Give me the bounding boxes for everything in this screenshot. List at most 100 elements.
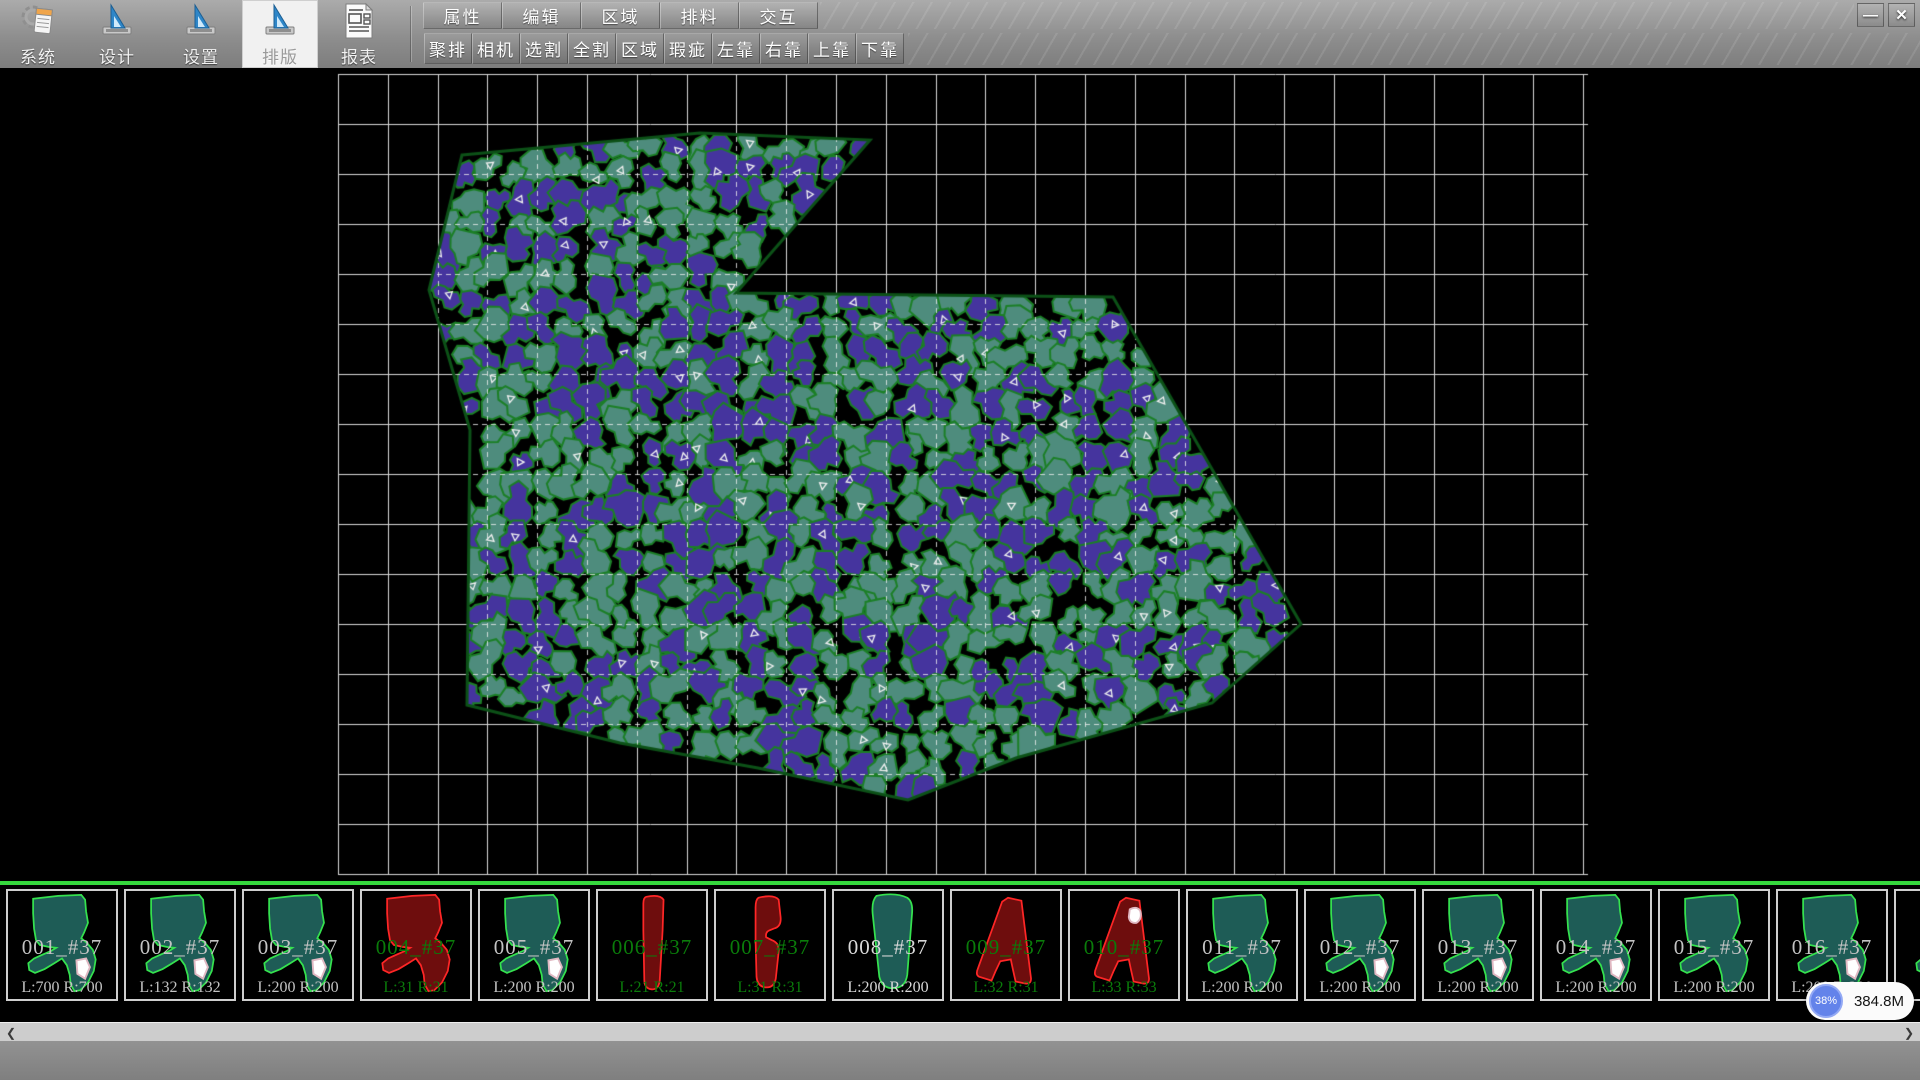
thumbnail-cell[interactable]: 014_#37 L:200 R:200 xyxy=(1540,889,1652,1001)
close-button[interactable]: ✕ xyxy=(1888,3,1915,27)
menu-button-row2-4[interactable]: 区域 xyxy=(616,33,664,64)
thumbnail-name-label: 003_#37 xyxy=(244,935,352,960)
tab-system-label: 系统 xyxy=(20,43,56,68)
thumbnail-lr-count-label: L:31 R:31 xyxy=(362,979,470,997)
thumbnail-lr-count-label: L:200 R:200 xyxy=(1660,979,1768,997)
tab-nesting-label: 排版 xyxy=(262,43,298,68)
thumbnail-lr-count-label: L:200 R:200 xyxy=(1188,979,1296,997)
minimize-icon: — xyxy=(1863,7,1878,24)
toolbar-hatch-row1 xyxy=(820,2,1854,29)
scroll-left-arrow-icon[interactable]: ❮ xyxy=(0,1023,22,1042)
menu-button-row1-4[interactable]: 交互 xyxy=(739,2,818,29)
tab-system[interactable]: 系统 xyxy=(0,0,76,68)
thumbnail-cell[interactable]: 001_#37 L:700 R:700 xyxy=(6,889,118,1001)
menu-button-row2-9-label: 下靠 xyxy=(861,36,899,61)
thumbnail-cell[interactable]: 008_#37L:200 R:200 xyxy=(832,889,944,1001)
menu-button-row2-5[interactable]: 瑕疵 xyxy=(664,33,712,64)
menu-button-row2-0-label: 聚排 xyxy=(429,36,467,61)
menu-button-row2-2[interactable]: 选割 xyxy=(520,33,568,64)
minimize-button[interactable]: — xyxy=(1857,3,1884,27)
menu-button-row1-4-label: 交互 xyxy=(760,3,798,28)
menu-button-row1-1-label: 编辑 xyxy=(523,3,561,28)
thumbnail-name-label: 001_#37 xyxy=(8,935,116,960)
menu-button-row1-0-label: 属性 xyxy=(444,3,482,28)
thumbnail-scrollbar[interactable]: ❮ ❯ xyxy=(0,1022,1920,1041)
thumbnail-cell[interactable]: 006_#37L:21 R:21 xyxy=(596,889,708,1001)
thumbnail-cell[interactable]: 002_#37 L:132 R:132 xyxy=(124,889,236,1001)
thumbnail-name-label: 015_#37 xyxy=(1660,935,1768,960)
thumbnail-name-label: 005_#37 xyxy=(480,935,588,960)
menu-button-row2-4-label: 区域 xyxy=(621,36,659,61)
thumbnail-name-label: 002_#37 xyxy=(126,935,234,960)
thumbnail-name-label: 006_#37 xyxy=(598,935,706,960)
thumbnail-cell[interactable]: 010_#37L:33 R:33 xyxy=(1068,889,1180,1001)
thumbnail-name-label: 007_#37 xyxy=(716,935,824,960)
menu-button-row2-0[interactable]: 聚排 xyxy=(424,33,472,64)
thumbnail-lr-count-label: L:200 R:200 xyxy=(480,979,588,997)
thumbnail-name-label: 010_#37 xyxy=(1070,935,1178,960)
thumbnail-cell[interactable]: 011_#37 L:200 R:200 xyxy=(1186,889,1298,1001)
menu-button-row2-6[interactable]: 左靠 xyxy=(712,33,760,64)
menu-button-row1-3-label: 排料 xyxy=(681,3,719,28)
design-ruler-icon xyxy=(97,1,137,41)
thumbnail-name-label: 011_#37 xyxy=(1188,935,1296,960)
tab-settings-label: 设置 xyxy=(183,43,219,68)
thumbnail-cell[interactable]: 007_#37L:31 R:31 xyxy=(714,889,826,1001)
thumbnail-cell[interactable]: 015_#37 L:200 R:200 xyxy=(1658,889,1770,1001)
memory-percent-indicator: 38% xyxy=(1809,984,1843,1018)
thumbnail-cell[interactable]: 013_#37L:200 R:200 xyxy=(1422,889,1534,1001)
settings-ruler-icon xyxy=(181,1,221,41)
pattern-thumbnail-strip: 001_#37 L:700 R:700 002_#37 L:132 R:132 003_… xyxy=(0,885,1920,1022)
nesting-ruler-icon xyxy=(260,1,300,41)
tab-design[interactable]: 设计 xyxy=(79,0,155,68)
thumbnail-cell[interactable]: 005_#37 L:200 R:200 xyxy=(478,889,590,1001)
thumbnail-lr-count-label: L:200 R:200 xyxy=(244,979,352,997)
menu-button-row2-9[interactable]: 下靠 xyxy=(856,33,904,64)
thumbnail-name-label: 012_#37 xyxy=(1306,935,1414,960)
thumbnail-lr-count-label: L:132 R:132 xyxy=(126,979,234,997)
status-bar xyxy=(0,1041,1920,1080)
menu-button-row1-0[interactable]: 属性 xyxy=(423,2,502,29)
menu-button-row2-1[interactable]: 相机 xyxy=(472,33,520,64)
menu-button-row2-2-label: 选割 xyxy=(525,36,563,61)
menu-button-row1-3[interactable]: 排料 xyxy=(660,2,739,29)
menu-button-row1-1[interactable]: 编辑 xyxy=(502,2,581,29)
menu-button-row2-5-label: 瑕疵 xyxy=(669,36,707,61)
thumbnail-name-label: 014_#37 xyxy=(1542,935,1650,960)
toolbar-hatch-row2 xyxy=(908,33,1920,65)
thumbnail-lr-count-label: L:200 R:200 xyxy=(1306,979,1414,997)
toolbar-divider xyxy=(410,6,411,62)
nesting-workspace-canvas[interactable] xyxy=(0,68,1920,881)
menu-button-row2-6-label: 左靠 xyxy=(717,36,755,61)
menu-button-row2-1-label: 相机 xyxy=(477,36,515,61)
thumbnail-lr-count-label: L:200 R:200 xyxy=(1542,979,1650,997)
thumbnail-cell[interactable]: 009_#37L:32 R:31 xyxy=(950,889,1062,1001)
memory-size-label: 384.8M xyxy=(1848,982,1910,1020)
thumbnail-lr-count-label: L:200 R:200 xyxy=(834,979,942,997)
thumbnail-name-label: 004_#37 xyxy=(362,935,470,960)
menu-button-row2-8[interactable]: 上靠 xyxy=(808,33,856,64)
thumbnail-lr-count-label: L:200 R:200 xyxy=(1424,979,1532,997)
close-icon: ✕ xyxy=(1895,6,1908,24)
thumbnail-cell[interactable]: 003_#37 L:200 R:200 xyxy=(242,889,354,1001)
menu-button-row2-7[interactable]: 右靠 xyxy=(760,33,808,64)
thumbnail-cell[interactable]: 012_#37 L:200 R:200 xyxy=(1304,889,1416,1001)
thumbnail-cell[interactable]: 004_#37 L:31 R:31 xyxy=(360,889,472,1001)
thumbnail-name-label: 009_#37 xyxy=(952,935,1060,960)
menu-button-row2-3[interactable]: 全割 xyxy=(568,33,616,64)
memory-usage-badge: 38% 384.8M xyxy=(1806,982,1914,1020)
tab-settings[interactable]: 设置 xyxy=(163,0,239,68)
tab-design-label: 设计 xyxy=(99,43,135,68)
thumbnail-lr-count-label: L:700 R:700 xyxy=(8,979,116,997)
tab-nesting[interactable]: 排版 xyxy=(242,0,318,68)
menu-button-row1-2[interactable]: 区域 xyxy=(581,2,660,29)
tab-report[interactable]: 报表 xyxy=(321,0,397,68)
menu-button-row2-3-label: 全割 xyxy=(573,36,611,61)
system-gear-icon xyxy=(18,1,58,41)
menu-button-row1-2-label: 区域 xyxy=(602,3,640,28)
scroll-right-arrow-icon[interactable]: ❯ xyxy=(1898,1023,1920,1042)
app-window: { "window": { "minimize_glyph": "—", "cl… xyxy=(0,0,1920,1080)
report-document-icon xyxy=(339,1,379,41)
menu-button-row2-7-label: 右靠 xyxy=(765,36,803,61)
thumbnail-name-label: 016_#37 xyxy=(1778,935,1886,960)
